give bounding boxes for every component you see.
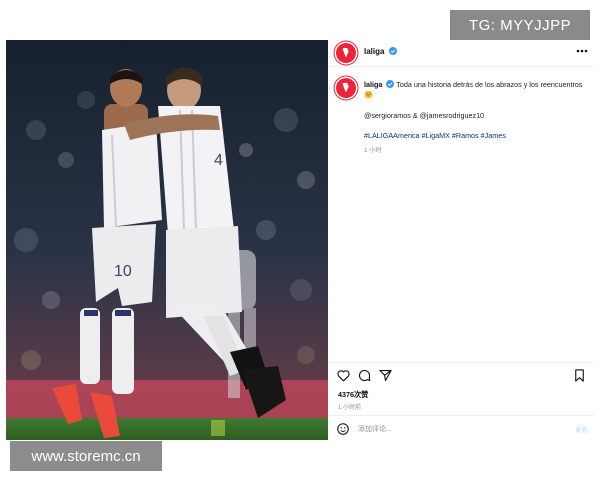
actions-divider <box>328 362 594 363</box>
post-actions <box>336 368 586 384</box>
comment-bar: 发布 <box>328 420 594 440</box>
post-comment-button[interactable]: 发布 <box>575 424 588 434</box>
caption-avatar[interactable] <box>336 78 356 98</box>
avatar[interactable] <box>336 43 356 63</box>
post-side-panel: laliga laliga Toda una historia detrás d… <box>328 40 594 440</box>
more-options-icon[interactable] <box>574 45 590 57</box>
comment-divider <box>328 415 594 416</box>
caption-timestamp: 1 小时 <box>364 147 382 154</box>
football-players-photo: 10 4 <box>6 40 328 440</box>
post-photo[interactable]: 10 4 <box>6 40 328 440</box>
laliga-logo-icon <box>342 47 350 58</box>
header-divider <box>328 66 594 67</box>
instagram-post-view: 10 4 laliga laliga Toda una historia det… <box>0 0 600 480</box>
username-text[interactable]: laliga <box>364 47 384 56</box>
emoji-icon[interactable] <box>336 422 350 436</box>
comment-input[interactable] <box>358 422 558 436</box>
svg-text:10: 10 <box>114 263 132 280</box>
caption-mentions[interactable]: @sergioramos & @jamesrodriguez10 <box>364 111 484 120</box>
username[interactable]: laliga <box>364 47 397 56</box>
caption-body: Toda una historia detrás de los abrazos … <box>364 80 583 99</box>
share-icon[interactable] <box>378 368 393 383</box>
bookmark-icon[interactable] <box>572 368 587 383</box>
watermark-website: www.storemc.cn <box>10 441 162 471</box>
watermark-telegram: TG: MYYJJPP <box>450 10 590 40</box>
caption-text: laliga Toda una historia detrás de los a… <box>364 80 586 100</box>
verified-icon <box>386 80 395 88</box>
caption-username[interactable]: laliga <box>364 80 382 89</box>
svg-text:4: 4 <box>214 152 223 169</box>
post-timestamp: 1 小时前 <box>338 405 362 411</box>
verified-icon <box>388 47 397 55</box>
caption-hashtags[interactable]: #LALIGAAmerica #LigaMX #Ramos #James <box>364 131 506 140</box>
post-header: laliga <box>328 40 594 66</box>
laliga-logo-icon <box>342 82 350 93</box>
like-count[interactable]: 4376次赞 <box>338 390 368 400</box>
heart-icon[interactable] <box>336 368 351 383</box>
comment-icon[interactable] <box>357 368 372 383</box>
